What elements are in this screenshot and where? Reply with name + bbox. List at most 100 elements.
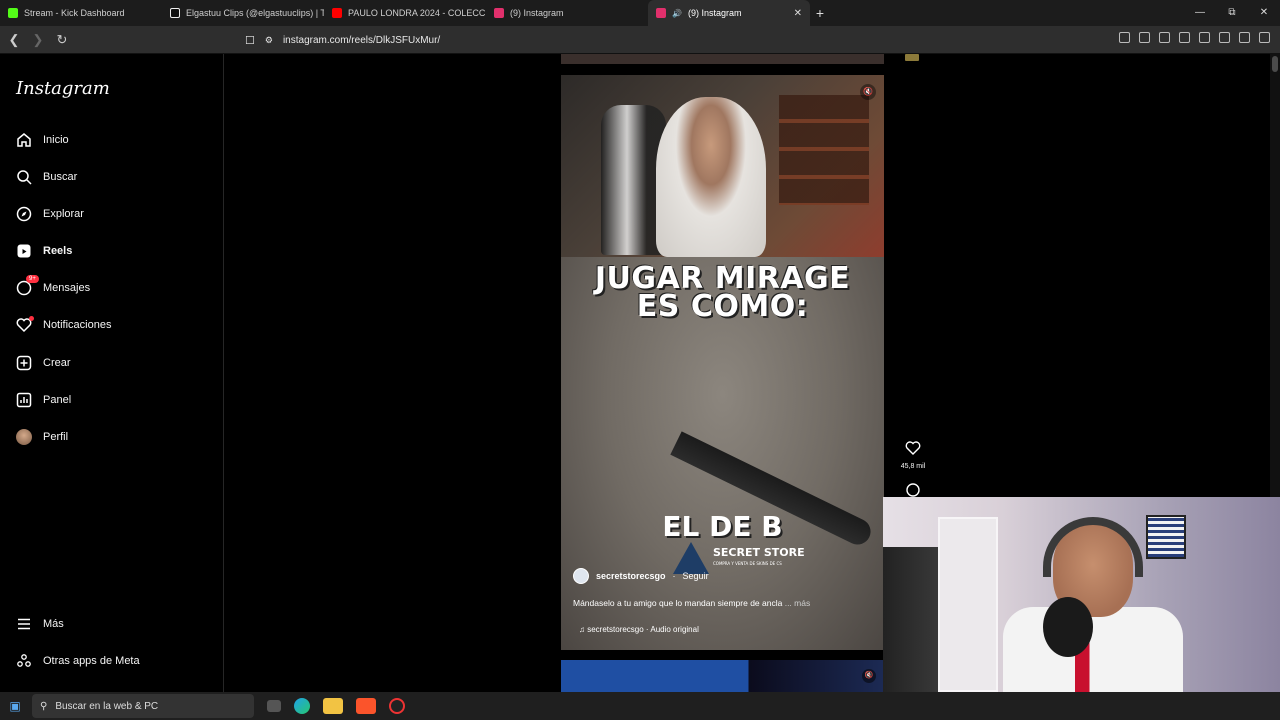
- compass-icon: [16, 206, 32, 222]
- tab-label: Stream - Kick Dashboard: [24, 8, 125, 18]
- media-icon[interactable]: [1159, 32, 1170, 43]
- caption-more-link[interactable]: ... más: [785, 598, 811, 608]
- scrollbar-thumb[interactable]: [1272, 56, 1278, 72]
- brave-icon[interactable]: [356, 698, 376, 714]
- windows-start-icon[interactable]: ▣: [0, 699, 30, 713]
- restore-icon[interactable]: ⧉: [1216, 0, 1248, 26]
- site-info-icon[interactable]: ⚙: [265, 35, 273, 46]
- tab-instagram[interactable]: (9) Instagram: [486, 0, 648, 26]
- sidebar-icon[interactable]: [1179, 32, 1190, 43]
- messages-badge: 9+: [26, 275, 39, 283]
- search-icon: ⚲: [40, 700, 48, 712]
- search-icon: [16, 169, 32, 185]
- close-tab-icon[interactable]: ✕: [794, 8, 802, 19]
- sidebar-item-label: Buscar: [43, 171, 78, 183]
- wallet-icon[interactable]: [1199, 32, 1210, 43]
- mute-icon[interactable]: 🔇: [862, 669, 876, 683]
- meta-apps-icon: [16, 653, 32, 669]
- reload-icon[interactable]: ↻: [52, 32, 72, 48]
- taskbar-search[interactable]: ⚲ Buscar en la web & PC: [32, 694, 254, 718]
- store-logo-text: SECRET STORE COMPRA Y VENTA DE SKINS DE …: [713, 547, 805, 569]
- minimize-icon[interactable]: —: [1184, 0, 1216, 26]
- youtube-icon: [332, 8, 342, 18]
- audio-label: secretstorecsgo · Audio original: [587, 625, 699, 634]
- close-window-icon[interactable]: ✕: [1248, 0, 1280, 26]
- plus-square-icon: [16, 355, 32, 371]
- forward-icon[interactable]: ❯: [28, 32, 48, 48]
- sidebar-item-notificaciones[interactable]: Notificaciones: [16, 316, 112, 333]
- avatar: [16, 429, 32, 445]
- tab-youtube[interactable]: PAULO LONDRA 2024 - COLECCIÓN: [324, 0, 486, 26]
- back-icon[interactable]: ❮: [4, 32, 24, 48]
- kick-icon: [8, 8, 18, 18]
- reel-owner: secretstorecsgo · Seguir: [573, 568, 709, 584]
- window-controls: — ⧉ ✕: [1184, 0, 1280, 26]
- owner-avatar[interactable]: [573, 568, 589, 584]
- sidebar-item-label: Inicio: [43, 134, 69, 146]
- url-text[interactable]: instagram.com/reels/DlkJSFUxMur/: [283, 35, 440, 46]
- shelf-image: [779, 95, 869, 205]
- windows-taskbar: ▣ ⚲ Buscar en la web & PC: [0, 692, 1280, 720]
- task-view-icon[interactable]: [267, 700, 281, 712]
- headline-line-2: ES COMO:: [636, 289, 809, 324]
- sidebar-item-label: Más: [43, 618, 64, 630]
- reel-headline: JUGAR MIRAGE ES COMO:: [561, 264, 884, 324]
- vpn-icon[interactable]: [1239, 32, 1250, 43]
- sidebar-item-label: Crear: [43, 357, 71, 369]
- sidebar-item-mas[interactable]: Más: [16, 616, 64, 632]
- sidebar-item-label: Otras apps de Meta: [43, 655, 140, 667]
- instagram-logo[interactable]: Instagram: [16, 78, 110, 99]
- instagram-sidebar: Instagram Inicio Buscar Explorar Reels 9…: [0, 54, 224, 692]
- toolbar-extensions: [1119, 32, 1270, 43]
- heart-icon: [16, 316, 34, 333]
- sidebar-item-label: Perfil: [43, 431, 69, 443]
- edge-icon[interactable]: [294, 698, 310, 714]
- screenshot-icon[interactable]: [1139, 32, 1150, 43]
- sidebar-item-label: Notificaciones: [43, 319, 112, 331]
- new-tab-button[interactable]: +: [810, 5, 830, 21]
- streamer-image: [656, 97, 766, 257]
- leo-icon[interactable]: [1219, 32, 1230, 43]
- address-bar[interactable]: ☐ ⚙ instagram.com/reels/DlkJSFUxMur/: [245, 29, 990, 51]
- owner-username[interactable]: secretstorecsgo: [596, 571, 666, 581]
- tab-tiktok[interactable]: Elgastuu Clips (@elgastuuclips) | TikT: [162, 0, 324, 26]
- sidebar-item-perfil[interactable]: Perfil: [16, 429, 68, 445]
- sidebar-item-explorar[interactable]: Explorar: [16, 206, 84, 222]
- sidebar-item-inicio[interactable]: Inicio: [16, 132, 69, 148]
- browser-toolbar: ❮ ❯ ↻ ☐ ⚙ instagram.com/reels/DlkJSFUxMu…: [0, 26, 1280, 54]
- mute-icon[interactable]: 🔇: [860, 84, 876, 100]
- reel-top-frame: [561, 75, 884, 257]
- obs-icon[interactable]: [389, 698, 405, 714]
- bookmark-icon[interactable]: ☐: [245, 34, 255, 47]
- speaker-icon: 🔊: [672, 8, 682, 18]
- avatar-wrapper: [16, 429, 32, 445]
- sidebar-item-meta-apps[interactable]: Otras apps de Meta: [16, 653, 140, 669]
- reel-caption: Mándaselo a tu amigo que lo mandan siemp…: [573, 598, 810, 608]
- sidebar-item-buscar[interactable]: Buscar: [16, 169, 77, 185]
- previous-reel-edge: [561, 54, 884, 64]
- menu-icon[interactable]: [1259, 32, 1270, 43]
- webcam-headphones: [1043, 517, 1143, 577]
- caption-text: Mándaselo a tu amigo que lo mandan siemp…: [573, 598, 783, 608]
- sidebar-item-crear[interactable]: Crear: [16, 355, 71, 371]
- browser-tab-bar: Stream - Kick Dashboard Elgastuu Clips (…: [0, 0, 1280, 26]
- tab-label: (9) Instagram: [510, 8, 564, 18]
- sidebar-item-panel[interactable]: Panel: [16, 392, 71, 408]
- file-explorer-icon[interactable]: [323, 698, 343, 714]
- sidebar-item-mensajes[interactable]: 9+ Mensajes: [16, 275, 91, 296]
- reel-audio[interactable]: ♫ secretstorecsgo · Audio original: [579, 625, 699, 634]
- extensions-icon[interactable]: [1119, 32, 1130, 43]
- tab-instagram-active[interactable]: 🔊 (9) Instagram ✕: [648, 0, 810, 26]
- follow-button[interactable]: Seguir: [683, 571, 709, 581]
- tab-label: (9) Instagram: [687, 8, 742, 18]
- tab-label: Elgastuu Clips (@elgastuuclips) | TikT: [186, 8, 324, 18]
- like-icon[interactable]: [896, 440, 930, 461]
- tab-kick[interactable]: Stream - Kick Dashboard: [0, 0, 162, 26]
- webcam-door: [938, 517, 998, 692]
- previous-reel-thumbnail[interactable]: [905, 54, 919, 61]
- music-note-icon: ♫: [579, 625, 585, 634]
- sidebar-item-label: Mensajes: [43, 282, 91, 294]
- sidebar-item-reels[interactable]: Reels: [16, 243, 72, 259]
- next-reel-preview[interactable]: 🔇: [561, 660, 884, 692]
- reel-video[interactable]: 🔇 JUGAR MIRAGE ES COMO: EL DE B SECRET S…: [561, 75, 884, 650]
